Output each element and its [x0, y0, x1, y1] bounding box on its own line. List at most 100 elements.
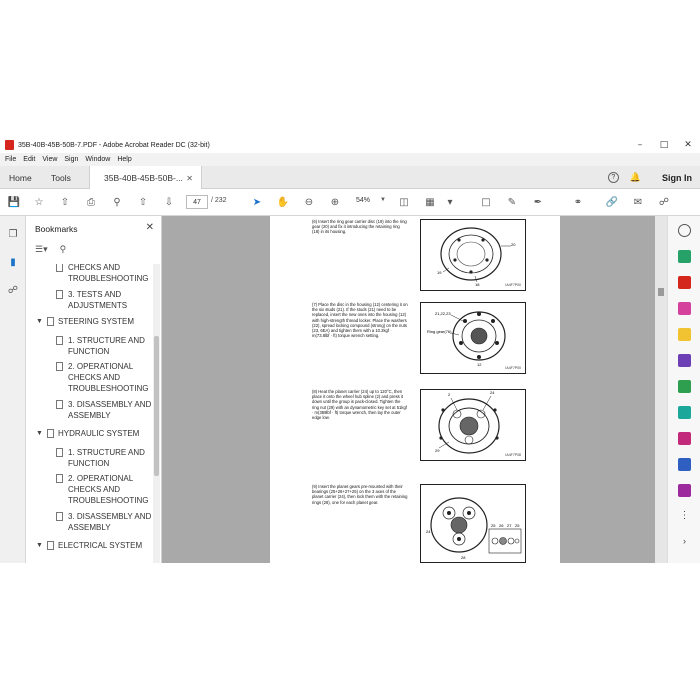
bookmarks-scrollbar[interactable] — [153, 264, 160, 563]
tab-home[interactable]: Home — [9, 166, 32, 189]
export-pdf-icon[interactable] — [678, 250, 691, 263]
fit-page-icon[interactable]: ◫ — [398, 196, 410, 208]
edit-pdf-icon[interactable] — [678, 302, 691, 315]
collapse-caret-icon[interactable]: ▼ — [36, 540, 43, 551]
close-button[interactable]: ✕ — [676, 140, 700, 150]
bookmark-item[interactable]: 2. OPERATIONAL CHECKS AND TROUBLESHOOTIN… — [56, 361, 152, 394]
share-link-icon[interactable]: 🔗 — [606, 196, 618, 208]
scroll-mode-dropdown-icon[interactable]: ▾ — [444, 196, 456, 208]
bookmark-item-hydraulic[interactable]: ▼ HYDRAULIC SYSTEM — [36, 428, 139, 439]
bookmark-item[interactable]: 1. STRUCTURE AND FUNCTION — [56, 447, 152, 469]
scroll-mode-icon[interactable]: ▦ — [424, 196, 436, 208]
create-pdf-icon[interactable] — [678, 276, 691, 289]
menu-sign[interactable]: Sign — [64, 156, 78, 163]
menu-edit[interactable]: Edit — [23, 156, 35, 163]
zoom-level[interactable]: 54% — [356, 197, 370, 204]
page-number-input[interactable]: 47 — [186, 195, 208, 209]
print-icon[interactable]: ⎙ — [85, 196, 97, 208]
fill-sign-icon[interactable] — [678, 432, 691, 445]
select-cursor-icon[interactable]: ➤ — [251, 196, 263, 208]
minimize-button[interactable]: – — [628, 140, 652, 150]
fig-label: 2 — [448, 392, 451, 397]
bookmark-item[interactable]: 2. OPERATIONAL CHECKS AND TROUBLESHOOTIN… — [56, 473, 152, 506]
menu-view[interactable]: View — [42, 156, 57, 163]
ring-gear-drawing — [440, 227, 511, 283]
zoom-icon[interactable] — [678, 224, 691, 237]
page-icon — [56, 336, 63, 345]
zoom-out-icon[interactable]: ⊖ — [303, 196, 315, 208]
bookmark-item[interactable]: 3. DISASSEMBLY AND ASSEMBLY — [56, 511, 152, 533]
tab-tools[interactable]: Tools — [51, 166, 71, 189]
tab-bar: Home Tools 35B-40B-45B-50B-... ✕ ? 🔔 Sig… — [0, 166, 700, 190]
more-tools-icon[interactable]: ⋮ — [678, 510, 691, 523]
save-icon[interactable]: 💾 — [8, 196, 20, 208]
maximize-button[interactable]: □ — [652, 140, 676, 150]
zoom-dropdown-icon[interactable]: ▼ — [380, 197, 386, 203]
fig-label: 20 — [511, 242, 516, 247]
menu-file[interactable]: File — [5, 156, 16, 163]
step-6-figure: 20 19 18 IA4F7P00 — [420, 219, 526, 291]
combine-icon[interactable] — [678, 354, 691, 367]
bookmark-icon[interactable]: ▮ — [7, 256, 19, 268]
send-icon[interactable] — [678, 484, 691, 497]
acrobat-window: 35B-40B-45B-50B-7.PDF - Adobe Acrobat Re… — [0, 137, 700, 563]
bookmark-item[interactable]: 3. DISASSEMBLY AND ASSEMBLY — [56, 399, 152, 421]
menu-help[interactable]: Help — [117, 156, 131, 163]
mail-icon[interactable]: ✉ — [632, 196, 644, 208]
bookmarks-scroll-thumb[interactable] — [154, 336, 159, 476]
close-tab-icon[interactable]: ✕ — [186, 174, 193, 183]
page-icon — [56, 290, 63, 299]
bookmark-item-steering[interactable]: ▼ STEERING SYSTEM — [36, 316, 134, 327]
page-total: / 232 — [211, 197, 227, 204]
protect-icon[interactable] — [678, 458, 691, 471]
star-icon[interactable]: ☆ — [33, 196, 45, 208]
close-icon[interactable]: ✕ — [146, 222, 154, 233]
sign-in-button[interactable]: Sign In — [662, 173, 692, 183]
tab-document[interactable]: 35B-40B-45B-50B-... ✕ — [89, 166, 202, 190]
right-tools-pane: ⋮ › — [667, 216, 700, 563]
hand-tool-icon[interactable]: ✋ — [277, 196, 289, 208]
bookmark-item[interactable]: 3. TESTS AND ADJUSTMENTS — [56, 289, 152, 311]
previous-page-icon[interactable]: ⇧ — [137, 196, 149, 208]
organize-icon[interactable] — [678, 380, 691, 393]
comment-icon[interactable]: □ — [480, 196, 492, 208]
zoom-in-icon[interactable]: ⊕ — [329, 196, 341, 208]
upload-icon[interactable]: ⇧ — [59, 196, 71, 208]
document-viewport[interactable]: (6) Insert the ring gear carrier disc (1… — [162, 216, 655, 563]
sign-pen-icon[interactable]: ✒ — [532, 196, 544, 208]
fig-label: 18 — [475, 282, 480, 287]
highlight-pen-icon[interactable]: ✎ — [506, 196, 518, 208]
bell-icon[interactable]: 🔔 — [630, 172, 641, 183]
tab-document-label: 35B-40B-45B-50B-... — [104, 173, 183, 183]
fig-label: 26 — [499, 523, 504, 528]
page-icon — [47, 429, 54, 438]
pages-icon[interactable]: ❐ — [7, 228, 19, 240]
attachment-icon[interactable]: ☍ — [7, 284, 19, 296]
figure-code: IA4F7P00 — [505, 283, 521, 287]
page-icon — [56, 362, 63, 371]
collapse-caret-icon[interactable]: ▼ — [36, 428, 43, 439]
figure-code: IA4F7P00 — [505, 366, 521, 370]
left-nav: ❐ ▮ ☍ — [0, 216, 26, 563]
search-icon[interactable]: ⚲ — [111, 196, 123, 208]
fig-label: 28 — [461, 555, 466, 560]
document-scrollbar[interactable] — [655, 216, 667, 563]
bookmark-item-electrical[interactable]: ▼ ELECTRICAL SYSTEM — [36, 540, 142, 551]
lock-icon[interactable]: ☍ — [658, 196, 670, 208]
document-scroll-thumb[interactable] — [658, 288, 664, 296]
bookmark-item[interactable]: 1. STRUCTURE AND FUNCTION — [56, 335, 152, 357]
fill-sign-icon[interactable] — [678, 406, 691, 419]
menu-window[interactable]: Window — [85, 156, 110, 163]
fig-label: 19 — [437, 270, 442, 275]
comment-icon[interactable] — [678, 328, 691, 341]
next-page-icon[interactable]: ⇩ — [163, 196, 175, 208]
page-icon — [47, 541, 54, 550]
bookmark-options-icon[interactable]: ☰▾ — [35, 244, 48, 255]
collapse-caret-icon[interactable]: ▼ — [36, 316, 43, 327]
help-icon[interactable]: ? — [607, 172, 619, 183]
find-bookmark-icon[interactable]: ⚲ — [60, 244, 67, 255]
expand-pane-icon[interactable]: › — [678, 536, 691, 549]
share-link-icon[interactable]: ⚭ — [572, 196, 584, 208]
bookmark-item[interactable]: CHECKS AND TROUBLESHOOTING — [56, 264, 152, 284]
bookmarks-panel: Bookmarks ✕ ☰▾ ⚲ CHECKS AND TROUBLESHOOT… — [26, 216, 162, 563]
